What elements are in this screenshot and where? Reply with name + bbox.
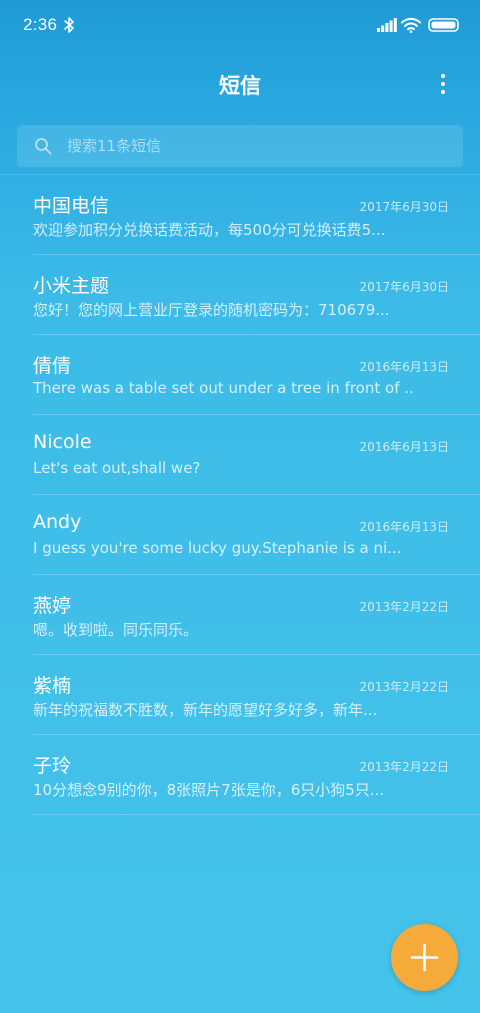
- message-item[interactable]: 子玲 2013年2月22日 10分想念9别的你，8张照片7张是你，6只小狗5只.…: [0, 735, 480, 815]
- more-options-button[interactable]: [428, 66, 458, 102]
- wifi-icon: [401, 17, 421, 33]
- message-date: 2017年6月30日: [359, 280, 449, 294]
- message-sender: Andy: [33, 511, 82, 533]
- message-item[interactable]: 燕婷 2013年2月22日 嗯。收到啦。同乐同乐。: [0, 575, 480, 655]
- plus-icon: [410, 943, 439, 972]
- message-preview: 新年的祝福数不胜数，新年的愿望好多好多，新年...: [33, 701, 378, 719]
- message-sender: 紫楠: [33, 675, 72, 697]
- message-sender: Nicole: [33, 431, 92, 453]
- message-preview: 10分想念9别的你，8张照片7张是你，6只小狗5只...: [33, 781, 385, 799]
- search-input[interactable]: [67, 125, 447, 167]
- message-sender: 小米主题: [33, 275, 110, 297]
- message-date: 2017年6月30日: [359, 200, 449, 214]
- divider: [33, 814, 480, 815]
- message-item[interactable]: 中国电信 2017年6月30日 欢迎参加积分兑换话费活动，每500分可兑换话费5…: [0, 175, 480, 255]
- message-preview: There was a table set out under a tree i…: [33, 379, 413, 397]
- more-vertical-icon: [441, 74, 445, 94]
- message-item[interactable]: 紫楠 2013年2月22日 新年的祝福数不胜数，新年的愿望好多好多，新年...: [0, 655, 480, 735]
- message-date: 2013年2月22日: [359, 600, 449, 614]
- search-box[interactable]: [17, 125, 463, 167]
- header: 短信: [0, 52, 480, 116]
- compose-message-button[interactable]: [391, 924, 458, 991]
- status-bar: 2:36: [0, 0, 480, 52]
- message-preview: Let's eat out,shall we?: [33, 459, 201, 477]
- message-preview: 您好！您的网上营业厅登录的随机密码为：710679...: [33, 301, 390, 319]
- message-date: 2016年6月13日: [359, 440, 449, 454]
- message-item[interactable]: 小米主题 2017年6月30日 您好！您的网上营业厅登录的随机密码为：71067…: [0, 255, 480, 335]
- message-date: 2013年2月22日: [359, 680, 449, 694]
- battery-icon: [428, 18, 459, 32]
- message-sender: 子玲: [33, 755, 72, 777]
- message-date: 2016年6月13日: [359, 360, 449, 374]
- page-title: 短信: [219, 74, 261, 98]
- bluetooth-icon: [64, 17, 74, 33]
- message-item[interactable]: Nicole 2016年6月13日 Let's eat out,shall we…: [0, 415, 480, 495]
- message-date: 2013年2月22日: [359, 760, 449, 774]
- signal-icon: [377, 18, 397, 32]
- search-icon: [35, 138, 52, 155]
- message-sender: 燕婷: [33, 595, 72, 617]
- message-sender: 倩倩: [33, 355, 72, 377]
- message-sender: 中国电信: [33, 195, 110, 217]
- message-preview: I guess you're some lucky guy.Stephanie …: [33, 539, 402, 557]
- message-preview: 欢迎参加积分兑换话费活动，每500分可兑换话费5...: [33, 221, 386, 239]
- message-date: 2016年6月13日: [359, 520, 449, 534]
- message-item[interactable]: 倩倩 2016年6月13日 There was a table set out …: [0, 335, 480, 415]
- status-time: 2:36: [23, 15, 58, 34]
- message-preview: 嗯。收到啦。同乐同乐。: [33, 621, 199, 639]
- message-item[interactable]: Andy 2016年6月13日 I guess you're some luck…: [0, 495, 480, 575]
- message-list: 中国电信 2017年6月30日 欢迎参加积分兑换话费活动，每500分可兑换话费5…: [0, 175, 480, 815]
